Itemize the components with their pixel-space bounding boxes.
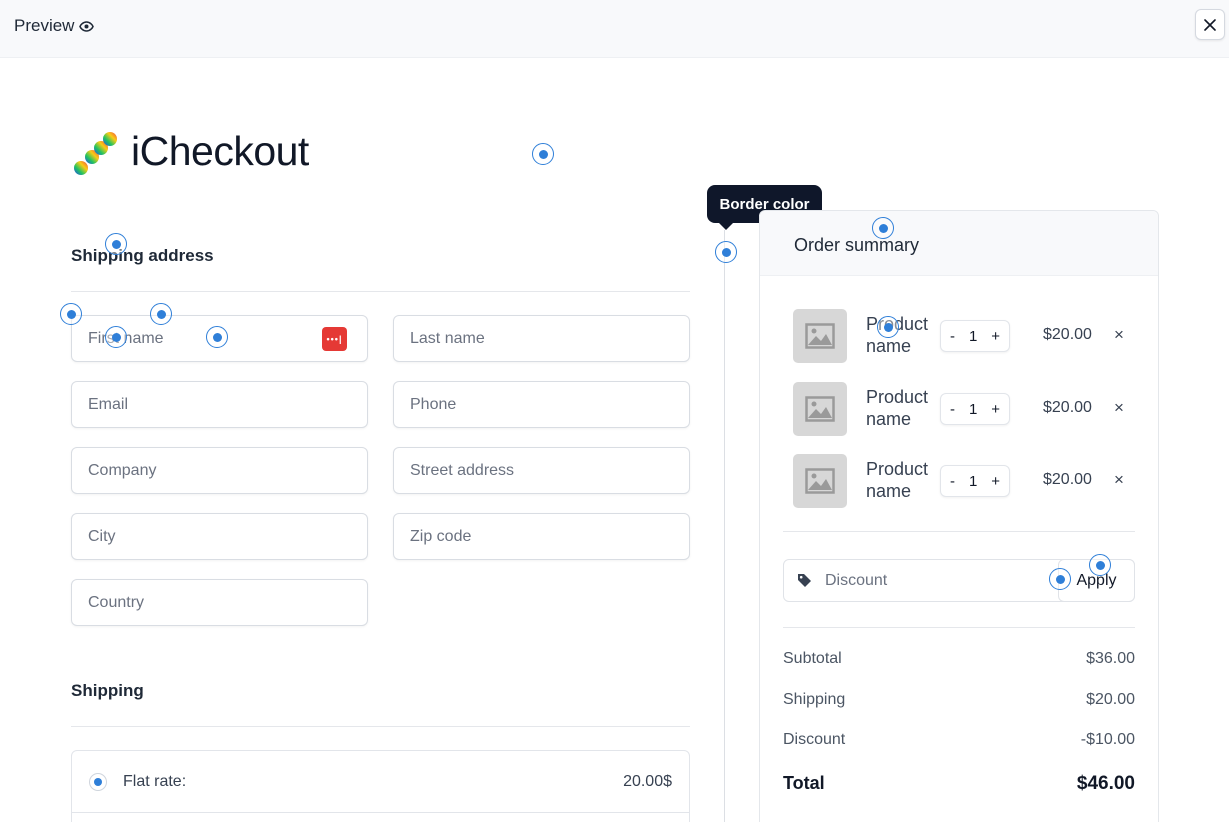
quantity-decrease-button[interactable]: - [950,328,955,345]
tag-icon [798,574,811,587]
discount-divider [783,627,1135,628]
item-price: $20.00 [1043,399,1092,416]
city-field[interactable] [71,513,368,560]
shipping-title: Shipping [71,681,144,700]
editor-marker[interactable] [877,316,899,338]
editor-marker[interactable] [105,326,127,348]
editor-marker[interactable] [1089,554,1111,576]
preview-label: Preview [14,16,75,35]
image-placeholder-icon [793,454,847,508]
last-name-input[interactable] [410,329,673,348]
subtotal-value: $36.00 [1086,650,1135,667]
password-manager-icon[interactable]: •••| [322,327,347,351]
item-name: Product name [866,459,929,501]
preview-topbar: Preview [0,0,1229,58]
discount-label: Discount [783,731,846,748]
shipping-address-divider [71,291,690,292]
editor-marker[interactable] [105,233,127,255]
close-button[interactable] [1195,9,1225,40]
shipping-value: $20.00 [1086,691,1135,708]
quantity-stepper: - 1 + [940,393,1010,425]
subtotal-row: Subtotal $36.00 [783,650,1135,668]
brand-name: iCheckout [131,128,309,174]
radio-selected-dot [94,778,102,786]
column-border[interactable] [724,230,725,822]
remove-item-button[interactable]: × [1114,398,1124,418]
last-name-field[interactable] [393,315,690,362]
image-placeholder-icon [793,382,847,436]
zip-code-field[interactable] [393,513,690,560]
editor-marker[interactable] [206,326,228,348]
company-input[interactable] [88,461,351,480]
total-label: Total [783,773,825,793]
quantity-increase-button[interactable]: + [991,328,1000,345]
brand-logo-icon [74,132,117,175]
quantity-increase-button[interactable]: + [991,401,1000,418]
subtotal-label: Subtotal [783,650,842,667]
remove-item-button[interactable]: × [1114,470,1124,490]
editor-marker[interactable] [60,303,82,325]
editor-marker[interactable] [872,217,894,239]
email-field[interactable] [71,381,368,428]
preview-title: Preview [14,16,95,36]
shipping-divider [71,726,690,727]
total-value: $46.00 [1076,773,1135,794]
discount-value: -$10.00 [1080,731,1135,748]
flat-rate-label: Flat rate: [123,773,187,790]
item-name: Product name [866,387,929,429]
country-field[interactable] [71,579,368,626]
email-input[interactable] [88,395,351,414]
country-input[interactable] [88,593,351,612]
items-divider [783,531,1135,532]
item-price: $20.00 [1043,471,1092,488]
editor-marker[interactable] [1049,568,1071,590]
quantity-decrease-button[interactable]: - [950,473,955,490]
company-field[interactable] [71,447,368,494]
order-summary: Order summary Product name - 1 + $20.00 … [759,210,1159,822]
shipping-rate-flat[interactable]: Flat rate: 20.00$ [72,751,689,813]
quantity-stepper: - 1 + [940,465,1010,497]
image-placeholder-icon [793,309,847,363]
password-manager-badge: •••| [326,334,343,344]
discount-input[interactable] [825,560,1055,601]
editor-marker[interactable] [150,303,172,325]
phone-field[interactable] [393,381,690,428]
shipping-address-title: Shipping address [71,246,214,265]
item-price: $20.00 [1043,326,1092,343]
discount-field[interactable]: Apply [783,559,1135,602]
cart-item: Product name - 1 + $20.00 × [760,454,1158,510]
discount-row: Discount -$10.00 [783,731,1135,749]
quantity-decrease-button[interactable]: - [950,401,955,418]
phone-input[interactable] [410,395,673,414]
city-input[interactable] [88,527,351,546]
shipping-rates: Flat rate: 20.00$ [71,750,690,822]
remove-item-button[interactable]: × [1114,325,1124,345]
quantity-value[interactable]: 1 [969,473,977,490]
shipping-label: Shipping [783,691,846,708]
cart-item: Product name - 1 + $20.00 × [760,309,1158,365]
cart-item: Product name - 1 + $20.00 × [760,382,1158,438]
quantity-value[interactable]: 1 [969,328,977,345]
flat-rate-price: 20.00$ [623,773,672,790]
quantity-increase-button[interactable]: + [991,473,1000,490]
item-name: Product name [866,314,929,356]
total-row: Total $46.00 [783,773,1135,794]
order-summary-title: Order summary [794,235,920,255]
quantity-stepper: - 1 + [940,320,1010,352]
zip-code-input[interactable] [410,527,673,546]
street-address-input[interactable] [410,461,673,480]
close-icon [1204,18,1216,31]
street-address-field[interactable] [393,447,690,494]
eye-icon [79,20,95,32]
flat-rate-radio[interactable] [89,773,107,791]
editor-marker[interactable] [532,143,554,165]
shipping-row: Shipping $20.00 [783,691,1135,709]
order-summary-header: Order summary [760,211,1158,276]
editor-marker[interactable] [715,241,737,263]
quantity-value[interactable]: 1 [969,401,977,418]
brand-logo [72,130,120,178]
